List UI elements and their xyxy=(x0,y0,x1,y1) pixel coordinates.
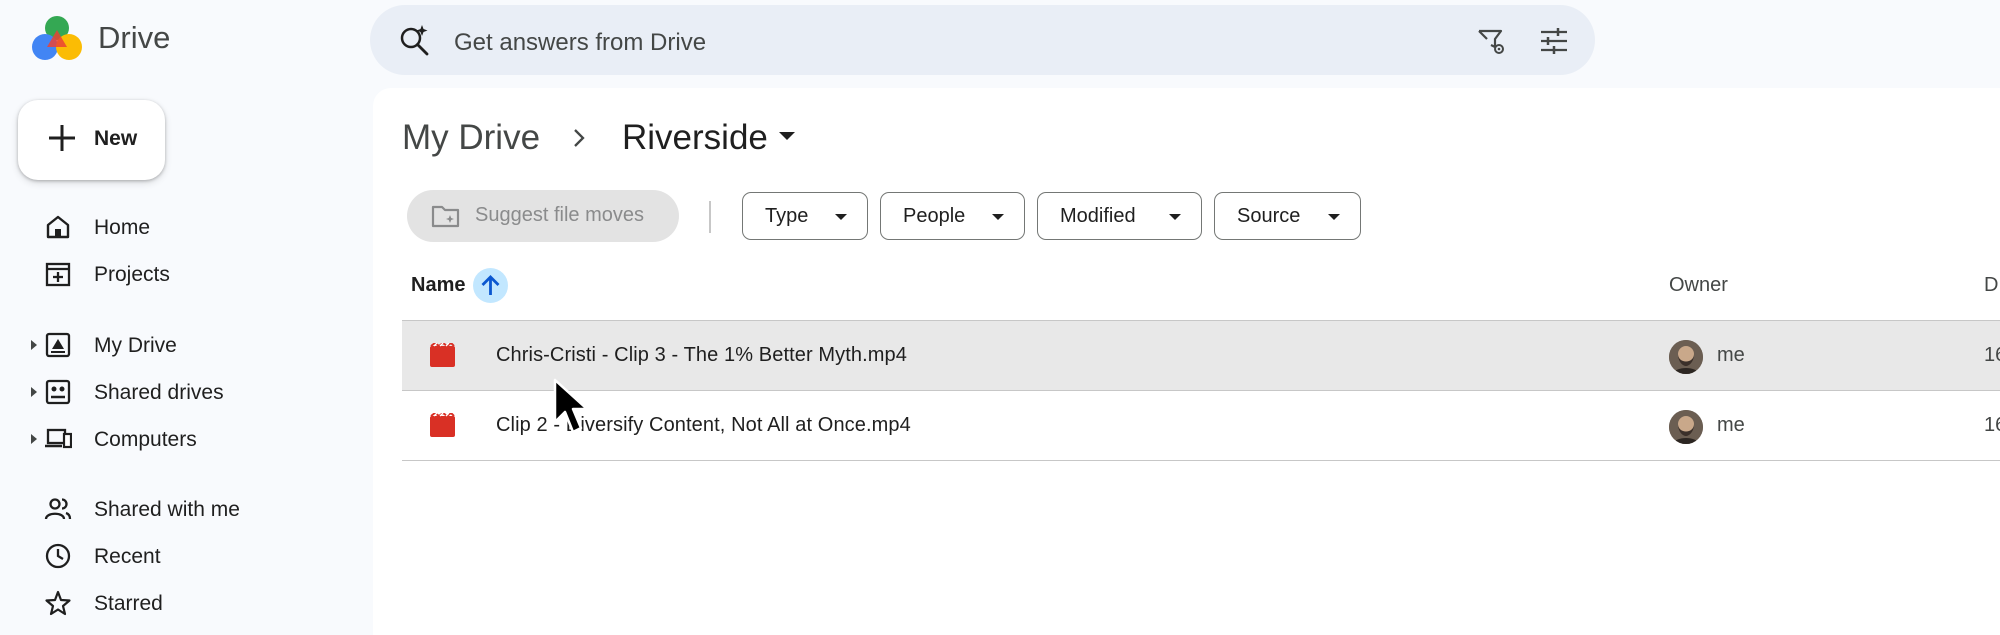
breadcrumb-root[interactable]: My Drive xyxy=(402,118,540,158)
sidebar-item-label: My Drive xyxy=(94,334,177,357)
filter-label: Source xyxy=(1237,205,1301,227)
sidebar-item-label: Starred xyxy=(94,592,163,615)
computers-icon xyxy=(45,428,72,449)
filter-label: Modified xyxy=(1060,205,1136,227)
table-row[interactable]: Clip 2 - Diversify Content, Not All at O… xyxy=(402,391,2000,460)
search-settings-icon[interactable] xyxy=(1475,25,1507,57)
sidebar-item-recent[interactable]: Recent xyxy=(0,533,370,579)
dropdown-caret-icon xyxy=(835,214,847,220)
search-bar[interactable]: Get answers from Drive xyxy=(370,5,1595,75)
arrow-up-icon xyxy=(481,275,500,295)
sidebar-item-label: Recent xyxy=(94,545,161,568)
video-file-icon xyxy=(430,413,455,437)
shared-people-icon xyxy=(44,498,72,520)
sidebar-item-shared-drives[interactable]: Shared drives xyxy=(0,369,370,415)
sort-direction-button[interactable] xyxy=(473,268,508,303)
shared-drives-icon xyxy=(45,379,71,405)
home-icon xyxy=(46,215,70,239)
owner-avatar xyxy=(1669,410,1703,444)
sidebar-item-label: Home xyxy=(94,216,151,239)
suggest-file-moves-button[interactable]: Suggest file moves xyxy=(407,190,679,242)
filter-people-chip[interactable]: People xyxy=(880,192,1025,240)
expand-caret-icon[interactable] xyxy=(31,434,37,444)
owner-avatar xyxy=(1669,340,1703,374)
suggest-label: Suggest file moves xyxy=(475,204,644,226)
owner-name: me xyxy=(1717,344,1745,366)
filter-label: Type xyxy=(765,205,809,227)
table-row[interactable]: Chris-Cristi - Clip 3 - The 1% Better My… xyxy=(402,321,2000,390)
expand-caret-icon[interactable] xyxy=(31,387,37,397)
column-header-name[interactable]: Name xyxy=(411,274,465,297)
column-header-owner[interactable]: Owner xyxy=(1669,274,1728,297)
filter-label: People xyxy=(903,205,966,227)
sidebar-item-home[interactable]: Home xyxy=(0,204,370,250)
filter-modified-chip[interactable]: Modified xyxy=(1037,192,1202,240)
sidebar-item-computers[interactable]: Computers xyxy=(0,416,370,462)
search-options-icon[interactable] xyxy=(1538,25,1570,57)
sidebar-item-label: Shared drives xyxy=(94,381,224,404)
mouse-cursor-icon xyxy=(553,378,589,434)
my-drive-icon xyxy=(45,332,71,358)
sidebar-item-shared-with-me[interactable]: Shared with me xyxy=(0,486,370,532)
clock-icon xyxy=(45,543,71,569)
dropdown-caret-icon xyxy=(992,214,1004,220)
plus-icon xyxy=(49,125,75,151)
folder-dropdown-icon[interactable] xyxy=(779,132,795,140)
modified-date: 16 xyxy=(1984,344,2000,366)
sidebar-item-label: Computers xyxy=(94,428,197,451)
breadcrumb-current[interactable]: Riverside xyxy=(622,118,768,158)
sidebar-item-starred[interactable]: Starred xyxy=(0,580,370,626)
video-file-icon xyxy=(430,343,455,367)
folder-sparkle-icon xyxy=(431,205,460,228)
sidebar-item-label: Projects xyxy=(94,263,170,286)
drive-logo-icon xyxy=(32,16,82,60)
sidebar-item-projects[interactable]: Projects xyxy=(0,251,370,297)
sidebar-item-label: Shared with me xyxy=(94,498,240,521)
search-input[interactable]: Get answers from Drive xyxy=(454,29,706,57)
drive-logo[interactable]: Drive xyxy=(30,14,170,62)
dropdown-caret-icon xyxy=(1169,214,1181,220)
sidebar-item-my-drive[interactable]: My Drive xyxy=(0,322,370,368)
ai-search-icon xyxy=(400,25,429,56)
projects-icon xyxy=(45,262,71,287)
chevron-right-icon xyxy=(574,129,585,147)
main-panel: My Drive Riverside Suggest file moves Ty… xyxy=(373,88,2000,635)
column-header-date[interactable]: D xyxy=(1984,274,2000,297)
row-divider xyxy=(402,460,2000,461)
new-button-label: New xyxy=(94,127,138,150)
toolbar-divider xyxy=(709,201,711,233)
expand-caret-icon[interactable] xyxy=(31,340,37,350)
modified-date: 16 xyxy=(1984,414,2000,436)
filter-source-chip[interactable]: Source xyxy=(1214,192,1361,240)
star-icon xyxy=(45,590,71,616)
filter-type-chip[interactable]: Type xyxy=(742,192,868,240)
dropdown-caret-icon xyxy=(1328,214,1340,220)
new-button[interactable]: New xyxy=(18,100,165,180)
owner-name: me xyxy=(1717,414,1745,436)
file-name[interactable]: Chris-Cristi - Clip 3 - The 1% Better My… xyxy=(496,344,907,367)
app-name: Drive xyxy=(98,20,171,55)
